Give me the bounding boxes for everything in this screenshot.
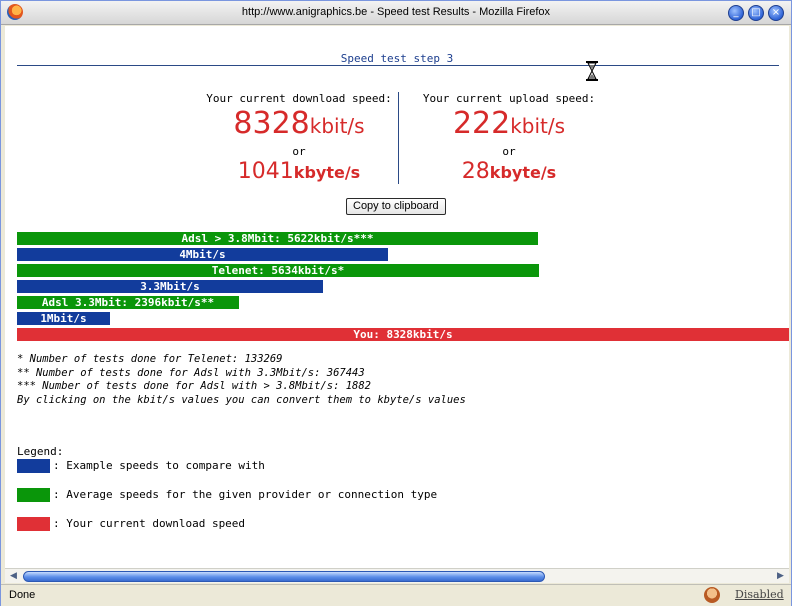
maximize-icon: □ [751, 7, 761, 18]
step-divider [17, 65, 779, 66]
download-kbit-link[interactable]: 8328kbit/s [199, 107, 399, 145]
legend-text-averages: : Average speeds for the given provider … [53, 488, 438, 501]
close-icon: × [771, 7, 781, 18]
maximize-button[interactable]: □ [748, 5, 764, 21]
download-speed-label: Your current download speed: [206, 92, 392, 105]
download-speed-panel: Your current download speed: 8328kbit/s … [199, 92, 399, 186]
bar-4mbit[interactable]: 4Mbit/s [17, 248, 388, 261]
bar-1mbit[interactable]: 1Mbit/s [17, 312, 110, 325]
upload-speed-panel: Your current upload speed: 222kbit/s or … [409, 92, 609, 186]
footnote-adsl-3-3: ** Number of tests done for Adsl with 3.… [17, 366, 365, 379]
minimize-button[interactable]: _ [728, 5, 744, 21]
conversion-hint: By clicking on the kbit/s values you can… [17, 393, 466, 406]
bar-you[interactable]: You: 8328kbit/s [17, 328, 789, 341]
scrollbar-thumb[interactable] [23, 571, 545, 582]
upload-or-text: or [502, 145, 516, 158]
legend-text-examples: : Example speeds to compare with [53, 459, 265, 472]
legend-text-current: : Your current download speed [53, 517, 246, 530]
hourglass-cursor-icon [586, 61, 598, 81]
upload-kbyte-display: 28kbyte/s [409, 159, 609, 186]
status-bar: Done Disabled [1, 584, 791, 606]
bar-adsl-3-3[interactable]: Adsl 3.3Mbit: 2396kbit/s** [17, 296, 239, 309]
bar-adsl-3-8[interactable]: Adsl > 3.8Mbit: 5622kbit/s*** [17, 232, 538, 245]
footnotes: * Number of tests done for Telenet: 1332… [17, 353, 466, 407]
scroll-left-arrow-icon[interactable]: ◀ [7, 570, 20, 583]
monkey-extension-icon[interactable] [704, 587, 720, 603]
close-button[interactable]: × [768, 5, 784, 21]
footnote-telenet: * Number of tests done for Telenet: 1332… [17, 353, 283, 365]
bar-3-3mbit[interactable]: 3.3Mbit/s [17, 280, 323, 293]
scroll-right-arrow-icon[interactable]: ▶ [774, 570, 787, 583]
bar-telenet[interactable]: Telenet: 5634kbit/s* [17, 264, 539, 277]
status-text: Done [9, 589, 36, 601]
upload-kbit-value: 222 [452, 106, 511, 141]
legend-swatch-red [17, 517, 50, 531]
status-disabled-link[interactable]: Disabled [735, 588, 784, 601]
window-title: http://www.anigraphics.be - Speed test R… [241, 6, 551, 18]
download-or-text: or [292, 145, 306, 158]
download-kbyte-unit: kbyte/s [293, 163, 361, 182]
download-kbyte-display: 1041kbyte/s [199, 159, 399, 186]
download-kbit-value: 8328 [233, 106, 310, 141]
minimize-icon: _ [733, 7, 739, 18]
title-bar[interactable]: http://www.anigraphics.be - Speed test R… [1, 1, 791, 25]
legend-swatch-blue [17, 459, 50, 473]
download-kbyte-value: 1041 [237, 159, 294, 184]
upload-kbit-unit: kbit/s [510, 114, 566, 138]
upload-speed-label: Your current upload speed: [422, 92, 596, 105]
horizontal-scrollbar[interactable]: ◀ ▶ [5, 568, 789, 583]
download-kbit-unit: kbit/s [309, 114, 365, 138]
footnote-adsl-3-8: *** Number of tests done for Adsl with >… [17, 380, 372, 392]
speed-column-divider [398, 92, 399, 184]
page-content: Speed test step 3 Your current download … [5, 26, 789, 568]
legend-swatch-green [17, 488, 50, 502]
upload-kbit-link[interactable]: 222kbit/s [409, 107, 609, 145]
upload-kbyte-unit: kbyte/s [489, 163, 557, 182]
legend-title: Legend: [17, 445, 64, 458]
step-title: Speed test step 3 [340, 52, 454, 65]
browser-window: http://www.anigraphics.be - Speed test R… [0, 0, 792, 606]
copy-to-clipboard-button[interactable]: Copy to clipboard [346, 198, 446, 215]
upload-kbyte-value: 28 [461, 159, 490, 184]
